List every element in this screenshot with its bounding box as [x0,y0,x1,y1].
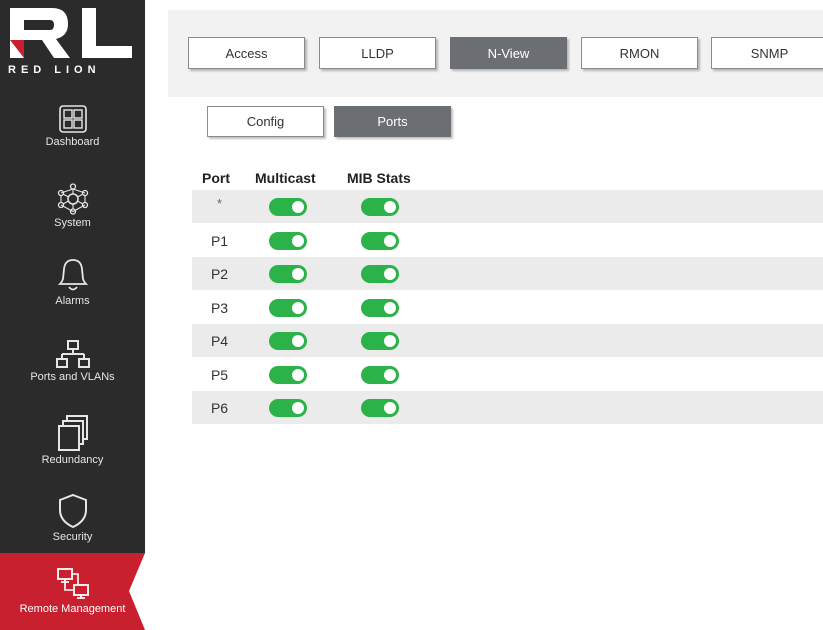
port-label: P4 [210,333,229,349]
table-row: * [192,190,823,224]
table-row: P4 [192,324,823,358]
sidebar-item-label: Security [52,531,93,543]
multicast-toggle[interactable] [269,332,307,350]
sidebar-item-alarms[interactable]: Alarms [0,257,145,319]
bell-icon [57,259,88,291]
mib-stats-toggle[interactable] [361,365,399,384]
table-row: P3 [192,290,823,324]
port-label: P3 [210,299,229,316]
toggle-knob [384,234,396,247]
tab-rmon[interactable]: RMON [581,37,698,69]
red-lion-logo: RED LION [0,0,145,95]
multicast-toggle[interactable] [269,365,307,384]
main-content: Access LLDP N-View RMON SNMP Config Port… [145,0,823,630]
sidebar-item-label: Redundancy [41,454,104,466]
rl-logo-mark [10,8,132,58]
table-body: * P1 P2 P3 P4 P5 P6 [192,190,823,425]
mib-stats-toggle[interactable] [361,399,399,417]
toggle-knob [292,368,304,381]
toggle-knob [292,201,304,213]
stacked-windows-icon [57,415,88,451]
column-header-port: Port [202,170,230,186]
subtab-ports[interactable]: Ports [334,106,451,137]
multicast-toggle[interactable] [269,231,307,250]
sidebar-item-label: Dashboard [45,136,100,148]
toggle-knob [292,234,304,247]
tab-access[interactable]: Access [188,37,305,69]
table-row: P5 [192,357,823,391]
dashboard-icon [58,105,87,133]
toggle-knob [292,301,304,314]
toggle-knob [384,402,396,414]
toggle-knob [384,301,396,314]
sidebar-item-label: Remote Management [19,603,126,615]
subtab-config[interactable]: Config [207,106,324,137]
toggle-knob [384,368,396,381]
port-label: P2 [210,266,229,282]
table-row: P1 [192,223,823,257]
toggle-knob [384,268,396,280]
toggle-knob [292,402,304,414]
toggle-knob [384,335,396,347]
port-label: P5 [210,366,229,383]
tab-lldp[interactable]: LLDP [319,37,436,69]
mib-stats-toggle[interactable] [361,265,399,283]
sidebar-item-label: System [54,217,91,229]
network-hub-icon [57,183,88,215]
shield-icon [58,493,87,529]
port-label: P6 [210,400,229,416]
toggle-knob [292,268,304,280]
sidebar-item-system[interactable]: System [0,183,145,245]
tab-n-view[interactable]: N-View [450,37,567,69]
column-header-mib-stats: MIB Stats [347,170,411,186]
brand-text: RED LION [8,64,101,76]
multicast-toggle[interactable] [269,399,307,417]
mib-stats-toggle[interactable] [361,298,399,317]
tab-bar: Access LLDP N-View RMON SNMP [168,10,823,97]
column-header-multicast: Multicast [255,170,316,186]
active-indicator-notch [129,553,145,630]
port-label: * [216,196,223,211]
sidebar-item-label: Ports and VLANs [30,371,115,383]
multicast-toggle[interactable] [269,298,307,317]
sidebar-item-security[interactable]: Security [0,493,145,555]
sidebar-item-dashboard[interactable]: Dashboard [0,104,145,166]
sidebar-item-label: Alarms [55,295,90,307]
table-row: P2 [192,257,823,291]
multicast-toggle[interactable] [269,198,307,216]
table-header: Port Multicast MIB Stats [192,166,823,190]
network-tree-icon [55,340,90,368]
ports-table: Port Multicast MIB Stats * P1 P2 P3 P4 P… [192,166,823,425]
table-row: P6 [192,391,823,425]
toggle-knob [384,201,396,213]
mib-stats-toggle[interactable] [361,198,399,216]
remote-computers-icon [56,568,89,599]
mib-stats-toggle[interactable] [361,332,399,350]
sidebar-item-remote-management[interactable]: Remote Management [0,553,145,630]
port-label: P1 [210,232,229,249]
toggle-knob [292,335,304,347]
tab-snmp[interactable]: SNMP [711,37,823,69]
sidebar-item-ports-and-vlans[interactable]: Ports and VLANs [0,339,145,401]
sidebar: RED LION Dashboard System Alarms Ports a… [0,0,145,630]
mib-stats-toggle[interactable] [361,231,399,250]
multicast-toggle[interactable] [269,265,307,283]
sidebar-item-redundancy[interactable]: Redundancy [0,414,145,476]
